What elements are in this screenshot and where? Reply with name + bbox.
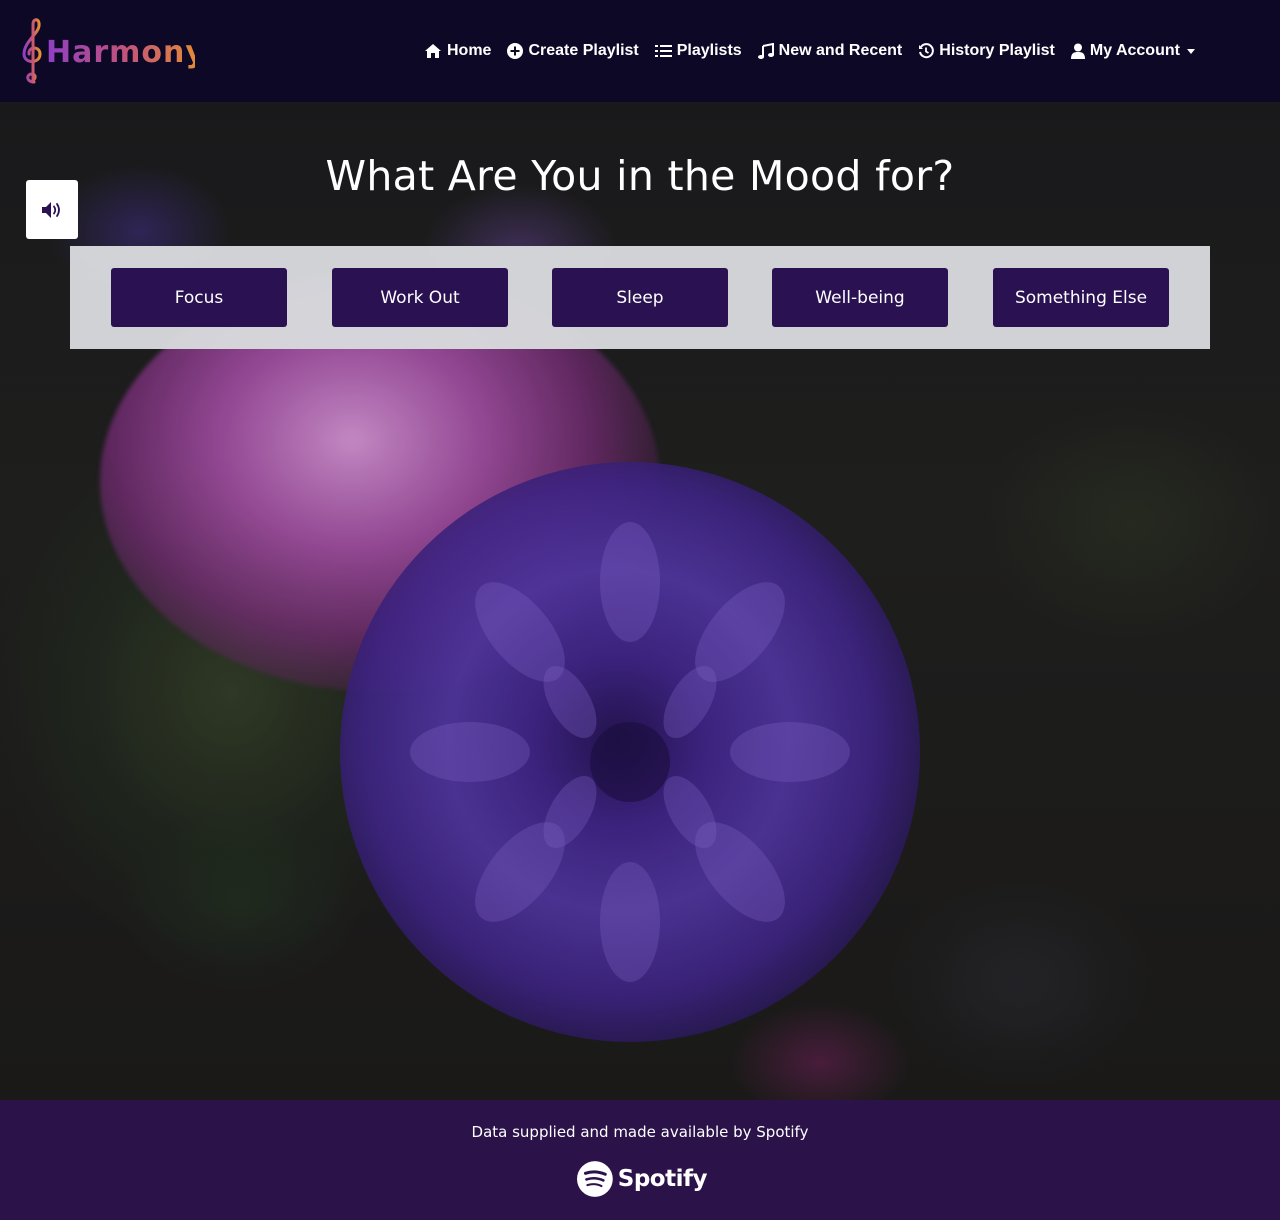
user-icon xyxy=(1070,43,1085,59)
nav-home[interactable]: Home xyxy=(424,42,491,60)
nav-create-playlist[interactable]: Create Playlist xyxy=(507,42,639,60)
spotify-logo-text: Spotify xyxy=(617,1166,708,1192)
brand-name: Harmony xyxy=(46,35,195,70)
mood-sleep-button[interactable]: Sleep xyxy=(552,268,728,327)
sound-toggle-button[interactable] xyxy=(26,180,78,239)
spotify-icon xyxy=(577,1161,613,1197)
nav-create-playlist-label: Create Playlist xyxy=(528,42,639,59)
music-note-icon xyxy=(757,43,774,59)
spotify-logo[interactable]: Spotify xyxy=(577,1160,708,1198)
footer: Data supplied and made available by Spot… xyxy=(0,1100,1280,1220)
harmony-logo[interactable]: Harmony xyxy=(20,16,195,86)
nav-my-account-label: My Account xyxy=(1089,42,1180,59)
navbar: Harmony Home Create Playlist Playlists N… xyxy=(0,0,1280,102)
nav-my-account[interactable]: My Account xyxy=(1070,42,1195,60)
chevron-down-icon xyxy=(1186,48,1195,54)
nav-playlists-label: Playlists xyxy=(676,42,742,59)
home-icon xyxy=(425,44,441,58)
nav-playlists[interactable]: Playlists xyxy=(654,42,742,60)
mood-options-panel: Focus Work Out Sleep Well-being Somethin… xyxy=(70,246,1210,349)
nav-home-label: Home xyxy=(447,42,492,59)
list-icon xyxy=(654,45,672,57)
nav-history-playlist[interactable]: History Playlist xyxy=(918,42,1055,60)
page-title: What Are You in the Mood for? xyxy=(325,152,955,200)
nav-new-and-recent[interactable]: New and Recent xyxy=(757,42,903,60)
mood-focus-button[interactable]: Focus xyxy=(111,268,287,327)
nav-links: Home Create Playlist Playlists New and R… xyxy=(424,38,1211,64)
hero-section: What Are You in the Mood for? Focus Work… xyxy=(0,102,1280,1100)
history-icon xyxy=(919,43,935,59)
mood-well-being-button[interactable]: Well-being xyxy=(772,268,948,327)
spotify-attribution: Data supplied and made available by Spot… xyxy=(471,1123,809,1141)
nav-new-and-recent-label: New and Recent xyxy=(778,42,903,59)
treble-clef-logo-icon: Harmony xyxy=(22,18,195,84)
plus-circle-icon xyxy=(507,43,524,59)
nav-history-playlist-label: History Playlist xyxy=(939,42,1055,59)
volume-icon xyxy=(42,201,60,218)
mood-something-else-button[interactable]: Something Else xyxy=(993,268,1169,327)
mood-work-out-button[interactable]: Work Out xyxy=(332,268,508,327)
